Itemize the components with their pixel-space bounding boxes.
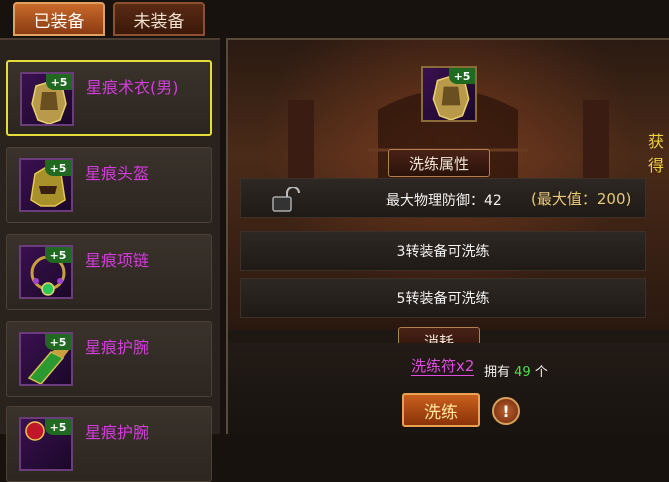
item-name: 星痕护腕 (85, 423, 150, 442)
refine-slot-row: 3转装备可洗练 (240, 231, 646, 271)
helmet-icon: +5 (19, 158, 73, 212)
unlock-icon[interactable] (271, 186, 301, 217)
equipment-item-helmet[interactable]: +5 星痕头盔 (6, 147, 212, 223)
item-name: 星痕头盔 (85, 164, 150, 183)
obtain-text[interactable]: 获得 (648, 128, 669, 176)
refine-panel: +5 获得 洗练属性 最大物理防御：42 (最大值：200) 3转装备可洗练 5… (226, 38, 669, 436)
equipment-item-necklace[interactable]: +5 星痕项链 (6, 234, 212, 310)
owned-suffix: 个 (534, 365, 548, 380)
requirement-text: 5转装备可洗练 (396, 291, 490, 307)
enhance-badge: +5 (45, 247, 71, 263)
selected-equipment-icon: +5 (421, 66, 477, 122)
bracer-icon: +5 (19, 417, 73, 471)
bracer-icon: +5 (19, 332, 73, 386)
refine-stat-row: 最大物理防御：42 (最大值：200) (240, 178, 646, 218)
owned-count: 拥有 49 个 (484, 361, 548, 380)
armor-icon: +5 (20, 72, 74, 126)
tab-equipped[interactable]: 已装备 (13, 2, 105, 36)
equipment-item-armor[interactable]: +5 星痕术衣(男) (6, 60, 212, 136)
tab-unequipped[interactable]: 未装备 (113, 2, 205, 36)
item-name: 星痕护腕 (85, 338, 150, 357)
necklace-icon: +5 (19, 245, 73, 299)
enhance-badge: +5 (449, 68, 475, 84)
enhance-badge: +5 (45, 334, 71, 350)
refine-slot-row: 5转装备可洗练 (240, 278, 646, 318)
owned-number: 49 (514, 365, 531, 380)
enhance-badge: +5 (46, 74, 72, 90)
equipment-item-bracer[interactable]: +5 星痕护腕 (6, 321, 212, 397)
item-name: 星痕术衣(男) (86, 78, 179, 97)
info-icon[interactable]: ! (492, 397, 520, 425)
owned-prefix: 拥有 (484, 365, 511, 380)
requirement-text: 3转装备可洗练 (396, 244, 490, 260)
refine-button[interactable]: 洗练 (402, 393, 480, 427)
stat-max-value: (最大值：200) (531, 190, 632, 208)
equipment-item-bracer-2[interactable]: +5 星痕护腕 (6, 406, 212, 482)
item-name: 星痕项链 (85, 251, 150, 270)
background-scene: +5 获得 洗练属性 最大物理防御：42 (最大值：200) 3转装备可洗练 5… (228, 40, 669, 330)
enhance-badge: +5 (45, 160, 71, 176)
equipment-list[interactable]: +5 星痕术衣(男) +5 星痕头盔 +5 星痕项链 +5 星痕护腕 +5 星痕… (0, 38, 220, 482)
cost-area: 洗练符x2 拥有 49 个 洗练 ! (228, 343, 669, 436)
enhance-badge: +5 (45, 419, 71, 435)
cost-item[interactable]: 洗练符x2 (411, 357, 475, 376)
stat-value: 最大物理防御：42 (386, 193, 502, 209)
refine-attributes-title: 洗练属性 (388, 149, 490, 177)
